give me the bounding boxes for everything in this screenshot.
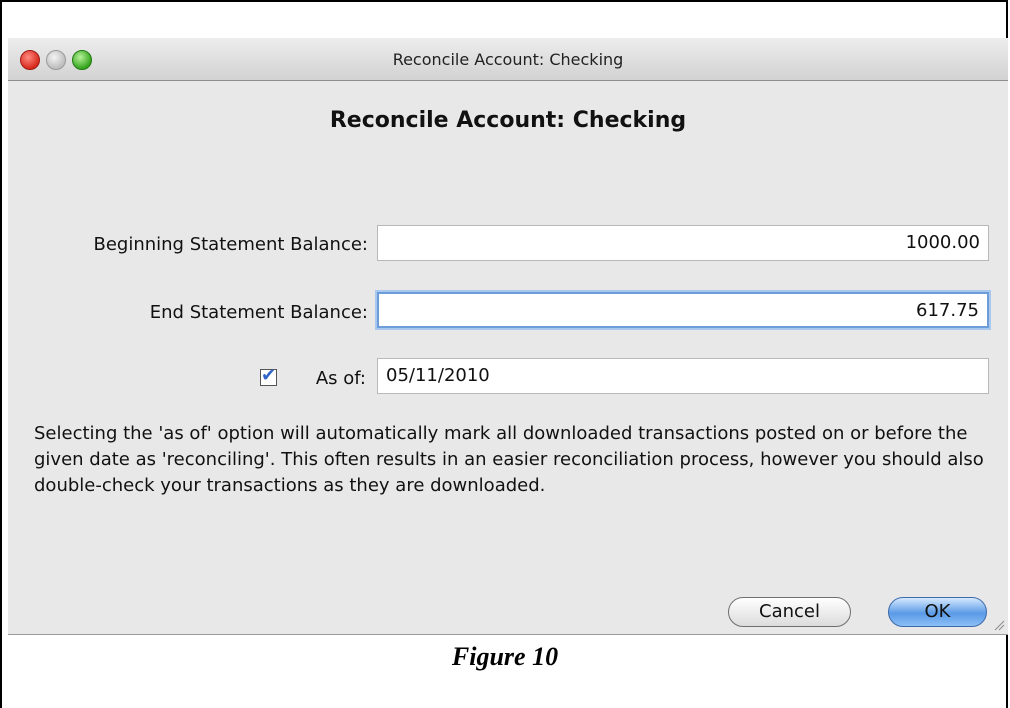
as-of-checkbox[interactable] (260, 365, 277, 386)
beginning-balance-field[interactable]: 1000.00 (377, 225, 989, 261)
title-bar: Reconcile Account: Checking (8, 38, 1008, 81)
as-of-description: Selecting the 'as of' option will automa… (34, 423, 984, 496)
dialog-heading: Reconcile Account: Checking (329, 108, 687, 133)
end-balance-field[interactable]: 617.75 (377, 292, 989, 328)
end-balance-label: End Statement Balance: (149, 302, 368, 323)
window-title: Reconcile Account: Checking (392, 50, 624, 69)
cancel-button[interactable]: Cancel (728, 597, 851, 627)
reconcile-dialog-window: Reconcile Account: Checking Reconcile Ac… (8, 38, 1008, 635)
ok-button[interactable]: OK (888, 597, 987, 627)
resize-grip-icon[interactable] (993, 619, 1005, 631)
as-of-date-field[interactable]: 05/11/2010 (377, 358, 989, 394)
as-of-label: As of: (315, 368, 366, 389)
figure-caption: Figure 10 (451, 642, 559, 671)
beginning-balance-label: Beginning Statement Balance: (93, 234, 368, 255)
